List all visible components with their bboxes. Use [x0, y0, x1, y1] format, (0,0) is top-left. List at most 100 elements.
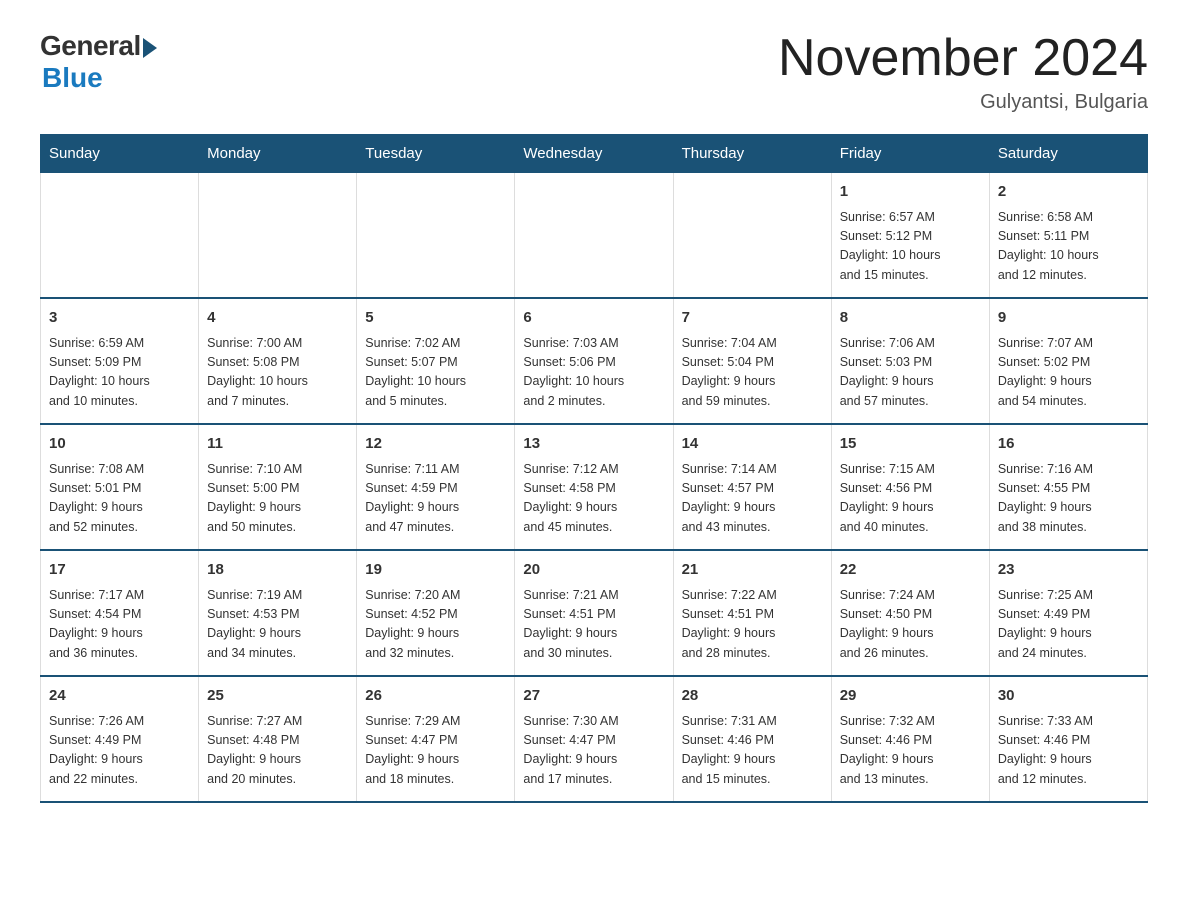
day-info: Sunrise: 7:00 AMSunset: 5:08 PMDaylight:…: [207, 334, 348, 412]
day-number: 26: [365, 685, 506, 708]
week-row-4: 24 Sunrise: 7:26 AMSunset: 4:49 PMDayligh…: [41, 676, 1148, 802]
day-cell: 26 Sunrise: 7:29 AMSunset: 4:47 PMDayligh…: [357, 676, 515, 802]
day-cell: 29 Sunrise: 7:32 AMSunset: 4:46 PMDayligh…: [831, 676, 989, 802]
week-row-2: 10Sunrise: 7:08 AMSunset: 5:01 PMDayligh…: [41, 424, 1148, 550]
logo-blue-text: Blue: [42, 62, 157, 94]
weekday-header-tuesday: Tuesday: [357, 135, 515, 173]
day-cell: 16 Sunrise: 7:16 AMSunset: 4:55 PMDayligh…: [989, 424, 1147, 550]
day-cell: 8 Sunrise: 7:06 AMSunset: 5:03 PMDaylight…: [831, 298, 989, 424]
day-number: 9: [998, 307, 1139, 330]
day-cell: 10Sunrise: 7:08 AMSunset: 5:01 PMDayligh…: [41, 424, 199, 550]
day-info: Sunrise: 7:04 AMSunset: 5:04 PMDaylight:…: [682, 334, 823, 412]
day-cell: 1 Sunrise: 6:57 AMSunset: 5:12 PMDaylight…: [831, 173, 989, 299]
day-number: 24: [49, 685, 190, 708]
day-cell: 14Sunrise: 7:14 AMSunset: 4:57 PMDayligh…: [673, 424, 831, 550]
day-cell: [515, 173, 673, 299]
day-cell: 13 Sunrise: 7:12 AMSunset: 4:58 PMDayligh…: [515, 424, 673, 550]
day-info: Sunrise: 7:06 AMSunset: 5:03 PMDaylight:…: [840, 334, 981, 412]
day-info: Sunrise: 7:20 AMSunset: 4:52 PMDaylight:…: [365, 586, 506, 664]
day-cell: 9 Sunrise: 7:07 AMSunset: 5:02 PMDaylight…: [989, 298, 1147, 424]
location-label: Gulyantsi, Bulgaria: [778, 91, 1148, 114]
day-number: 1: [840, 181, 981, 204]
day-number: 23: [998, 559, 1139, 582]
day-number: 18: [207, 559, 348, 582]
week-row-0: 1 Sunrise: 6:57 AMSunset: 5:12 PMDaylight…: [41, 173, 1148, 299]
day-info: Sunrise: 7:31 AMSunset: 4:46 PMDaylight:…: [682, 712, 823, 790]
day-cell: 24 Sunrise: 7:26 AMSunset: 4:49 PMDayligh…: [41, 676, 199, 802]
month-title: November 2024: [778, 30, 1148, 87]
day-number: 8: [840, 307, 981, 330]
weekday-header-sunday: Sunday: [41, 135, 199, 173]
day-cell: 11 Sunrise: 7:10 AMSunset: 5:00 PMDayligh…: [199, 424, 357, 550]
day-number: 25: [207, 685, 348, 708]
day-cell: 23 Sunrise: 7:25 AMSunset: 4:49 PMDayligh…: [989, 550, 1147, 676]
week-row-1: 3Sunrise: 6:59 AMSunset: 5:09 PMDaylight…: [41, 298, 1148, 424]
day-number: 16: [998, 433, 1139, 456]
day-cell: 25 Sunrise: 7:27 AMSunset: 4:48 PMDayligh…: [199, 676, 357, 802]
day-number: 30: [998, 685, 1139, 708]
day-info: Sunrise: 7:22 AMSunset: 4:51 PMDaylight:…: [682, 586, 823, 664]
day-cell: 19 Sunrise: 7:20 AMSunset: 4:52 PMDayligh…: [357, 550, 515, 676]
day-info: Sunrise: 7:21 AMSunset: 4:51 PMDaylight:…: [523, 586, 664, 664]
day-info: Sunrise: 7:11 AMSunset: 4:59 PMDaylight:…: [365, 460, 506, 538]
logo-arrow-icon: [143, 38, 157, 58]
day-cell: 17Sunrise: 7:17 AMSunset: 4:54 PMDayligh…: [41, 550, 199, 676]
day-number: 6: [523, 307, 664, 330]
day-info: Sunrise: 7:08 AMSunset: 5:01 PMDaylight:…: [49, 460, 190, 538]
day-info: Sunrise: 7:33 AMSunset: 4:46 PMDaylight:…: [998, 712, 1139, 790]
day-cell: 20 Sunrise: 7:21 AMSunset: 4:51 PMDayligh…: [515, 550, 673, 676]
day-number: 22: [840, 559, 981, 582]
day-cell: 2 Sunrise: 6:58 AMSunset: 5:11 PMDaylight…: [989, 173, 1147, 299]
weekday-header-saturday: Saturday: [989, 135, 1147, 173]
weekday-header-thursday: Thursday: [673, 135, 831, 173]
day-number: 13: [523, 433, 664, 456]
day-info: Sunrise: 7:02 AMSunset: 5:07 PMDaylight:…: [365, 334, 506, 412]
day-cell: 6 Sunrise: 7:03 AMSunset: 5:06 PMDaylight…: [515, 298, 673, 424]
day-info: Sunrise: 7:03 AMSunset: 5:06 PMDaylight:…: [523, 334, 664, 412]
day-info: Sunrise: 7:10 AMSunset: 5:00 PMDaylight:…: [207, 460, 348, 538]
day-cell: 30 Sunrise: 7:33 AMSunset: 4:46 PMDayligh…: [989, 676, 1147, 802]
day-cell: [199, 173, 357, 299]
day-number: 20: [523, 559, 664, 582]
week-row-3: 17Sunrise: 7:17 AMSunset: 4:54 PMDayligh…: [41, 550, 1148, 676]
day-cell: 12 Sunrise: 7:11 AMSunset: 4:59 PMDayligh…: [357, 424, 515, 550]
day-cell: 27Sunrise: 7:30 AMSunset: 4:47 PMDayligh…: [515, 676, 673, 802]
day-info: Sunrise: 7:32 AMSunset: 4:46 PMDaylight:…: [840, 712, 981, 790]
title-section: November 2024 Gulyantsi, Bulgaria: [778, 30, 1148, 114]
day-cell: 4Sunrise: 7:00 AMSunset: 5:08 PMDaylight…: [199, 298, 357, 424]
day-cell: 7 Sunrise: 7:04 AMSunset: 5:04 PMDaylight…: [673, 298, 831, 424]
day-number: 12: [365, 433, 506, 456]
page-header: General Blue November 2024 Gulyantsi, Bu…: [40, 30, 1148, 114]
day-cell: 15Sunrise: 7:15 AMSunset: 4:56 PMDayligh…: [831, 424, 989, 550]
day-number: 28: [682, 685, 823, 708]
day-number: 11: [207, 433, 348, 456]
day-number: 5: [365, 307, 506, 330]
day-cell: 22 Sunrise: 7:24 AMSunset: 4:50 PMDayligh…: [831, 550, 989, 676]
day-info: Sunrise: 7:24 AMSunset: 4:50 PMDaylight:…: [840, 586, 981, 664]
day-info: Sunrise: 7:15 AMSunset: 4:56 PMDaylight:…: [840, 460, 981, 538]
day-cell: 18Sunrise: 7:19 AMSunset: 4:53 PMDayligh…: [199, 550, 357, 676]
day-info: Sunrise: 7:26 AMSunset: 4:49 PMDaylight:…: [49, 712, 190, 790]
day-number: 19: [365, 559, 506, 582]
day-number: 7: [682, 307, 823, 330]
day-info: Sunrise: 6:58 AMSunset: 5:11 PMDaylight:…: [998, 208, 1139, 286]
day-cell: 21 Sunrise: 7:22 AMSunset: 4:51 PMDayligh…: [673, 550, 831, 676]
day-number: 21: [682, 559, 823, 582]
day-number: 29: [840, 685, 981, 708]
day-info: Sunrise: 7:07 AMSunset: 5:02 PMDaylight:…: [998, 334, 1139, 412]
day-info: Sunrise: 7:25 AMSunset: 4:49 PMDaylight:…: [998, 586, 1139, 664]
day-info: Sunrise: 7:27 AMSunset: 4:48 PMDaylight:…: [207, 712, 348, 790]
day-cell: 5 Sunrise: 7:02 AMSunset: 5:07 PMDaylight…: [357, 298, 515, 424]
day-info: Sunrise: 7:16 AMSunset: 4:55 PMDaylight:…: [998, 460, 1139, 538]
day-number: 3: [49, 307, 190, 330]
day-info: Sunrise: 7:29 AMSunset: 4:47 PMDaylight:…: [365, 712, 506, 790]
logo-general-text: General: [40, 30, 141, 62]
day-number: 14: [682, 433, 823, 456]
day-info: Sunrise: 6:57 AMSunset: 5:12 PMDaylight:…: [840, 208, 981, 286]
day-number: 2: [998, 181, 1139, 204]
day-cell: [357, 173, 515, 299]
weekday-header-friday: Friday: [831, 135, 989, 173]
day-number: 27: [523, 685, 664, 708]
weekday-header-wednesday: Wednesday: [515, 135, 673, 173]
day-info: Sunrise: 7:12 AMSunset: 4:58 PMDaylight:…: [523, 460, 664, 538]
